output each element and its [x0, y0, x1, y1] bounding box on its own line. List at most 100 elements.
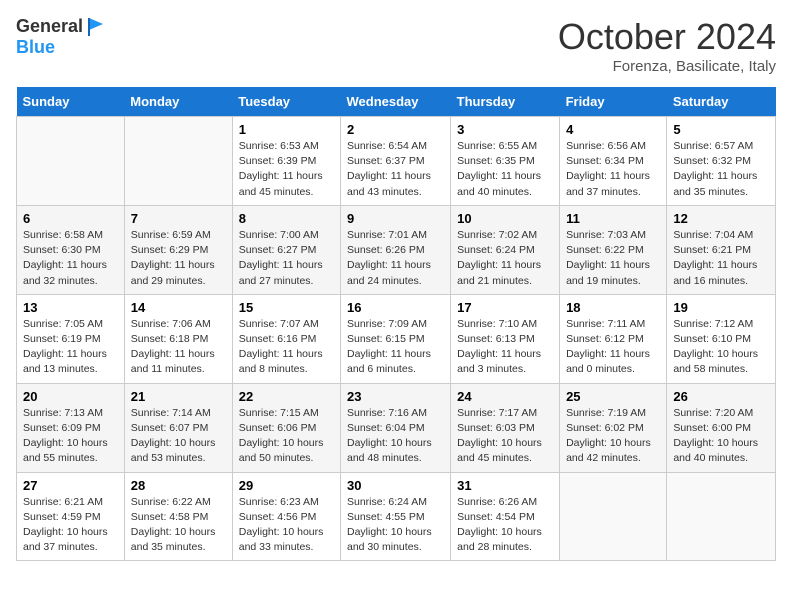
day-number: 20	[23, 389, 118, 404]
weekday-wednesday: Wednesday	[340, 87, 450, 117]
day-number: 27	[23, 478, 118, 493]
calendar-cell: 7 Sunrise: 6:59 AM Sunset: 6:29 PM Daylig…	[124, 205, 232, 294]
calendar-cell: 6 Sunrise: 6:58 AM Sunset: 6:30 PM Daylig…	[17, 205, 125, 294]
calendar-body: 1 Sunrise: 6:53 AM Sunset: 6:39 PM Daylig…	[17, 117, 776, 561]
weekday-monday: Monday	[124, 87, 232, 117]
day-number: 4	[566, 122, 660, 137]
day-number: 8	[239, 211, 334, 226]
weekday-sunday: Sunday	[17, 87, 125, 117]
logo: General Blue	[16, 16, 107, 58]
day-info: Sunrise: 6:56 AM Sunset: 6:34 PM Dayligh…	[566, 139, 660, 200]
day-info: Sunrise: 6:53 AM Sunset: 6:39 PM Dayligh…	[239, 139, 334, 200]
day-info: Sunrise: 7:05 AM Sunset: 6:19 PM Dayligh…	[23, 317, 118, 378]
day-number: 7	[131, 211, 226, 226]
calendar-cell: 23 Sunrise: 7:16 AM Sunset: 6:04 PM Dayli…	[340, 383, 450, 472]
day-number: 21	[131, 389, 226, 404]
day-number: 23	[347, 389, 444, 404]
day-info: Sunrise: 6:59 AM Sunset: 6:29 PM Dayligh…	[131, 228, 226, 289]
day-info: Sunrise: 7:15 AM Sunset: 6:06 PM Dayligh…	[239, 406, 334, 467]
calendar-cell: 15 Sunrise: 7:07 AM Sunset: 6:16 PM Dayli…	[232, 294, 340, 383]
day-info: Sunrise: 6:57 AM Sunset: 6:32 PM Dayligh…	[673, 139, 769, 200]
day-number: 6	[23, 211, 118, 226]
weekday-friday: Friday	[560, 87, 667, 117]
day-number: 9	[347, 211, 444, 226]
calendar-cell: 26Sunrise: 7:20 AM Sunset: 6:00 PM Dayli…	[667, 383, 776, 472]
day-info: Sunrise: 6:58 AM Sunset: 6:30 PM Dayligh…	[23, 228, 118, 289]
calendar-cell: 22Sunrise: 7:15 AM Sunset: 6:06 PM Dayli…	[232, 383, 340, 472]
day-number: 19	[673, 300, 769, 315]
day-info: Sunrise: 7:00 AM Sunset: 6:27 PM Dayligh…	[239, 228, 334, 289]
week-row-2: 6 Sunrise: 6:58 AM Sunset: 6:30 PM Daylig…	[17, 205, 776, 294]
month-title: October 2024	[558, 16, 776, 58]
calendar-cell: 21 Sunrise: 7:14 AM Sunset: 6:07 PM Dayli…	[124, 383, 232, 472]
day-info: Sunrise: 6:55 AM Sunset: 6:35 PM Dayligh…	[457, 139, 553, 200]
day-number: 30	[347, 478, 444, 493]
day-info: Sunrise: 7:13 AM Sunset: 6:09 PM Dayligh…	[23, 406, 118, 467]
calendar-cell: 18Sunrise: 7:11 AM Sunset: 6:12 PM Dayli…	[560, 294, 667, 383]
calendar-cell: 24Sunrise: 7:17 AM Sunset: 6:03 PM Dayli…	[451, 383, 560, 472]
week-row-4: 20 Sunrise: 7:13 AM Sunset: 6:09 PM Dayli…	[17, 383, 776, 472]
weekday-header-row: SundayMondayTuesdayWednesdayThursdayFrid…	[17, 87, 776, 117]
calendar-cell: 5Sunrise: 6:57 AM Sunset: 6:32 PM Daylig…	[667, 117, 776, 206]
day-number: 15	[239, 300, 334, 315]
day-info: Sunrise: 7:03 AM Sunset: 6:22 PM Dayligh…	[566, 228, 660, 289]
day-number: 2	[347, 122, 444, 137]
day-info: Sunrise: 7:16 AM Sunset: 6:04 PM Dayligh…	[347, 406, 444, 467]
page-header: General Blue October 2024 Forenza, Basil…	[16, 16, 776, 75]
day-info: Sunrise: 6:24 AM Sunset: 4:55 PM Dayligh…	[347, 495, 444, 556]
calendar-cell: 31 Sunrise: 6:26 AM Sunset: 4:54 PM Dayli…	[451, 472, 560, 561]
week-row-5: 27Sunrise: 6:21 AM Sunset: 4:59 PM Dayli…	[17, 472, 776, 561]
day-number: 28	[131, 478, 226, 493]
calendar-cell	[17, 117, 125, 206]
day-info: Sunrise: 7:12 AM Sunset: 6:10 PM Dayligh…	[673, 317, 769, 378]
day-info: Sunrise: 6:22 AM Sunset: 4:58 PM Dayligh…	[131, 495, 226, 556]
day-number: 26	[673, 389, 769, 404]
day-number: 14	[131, 300, 226, 315]
day-number: 31	[457, 478, 553, 493]
calendar-cell: 28 Sunrise: 6:22 AM Sunset: 4:58 PM Dayli…	[124, 472, 232, 561]
logo-general-text: General	[16, 16, 83, 36]
day-number: 12	[673, 211, 769, 226]
day-info: Sunrise: 7:02 AM Sunset: 6:24 PM Dayligh…	[457, 228, 553, 289]
calendar-cell: 16Sunrise: 7:09 AM Sunset: 6:15 PM Dayli…	[340, 294, 450, 383]
calendar-cell: 12Sunrise: 7:04 AM Sunset: 6:21 PM Dayli…	[667, 205, 776, 294]
day-number: 25	[566, 389, 660, 404]
calendar-cell	[667, 472, 776, 561]
calendar-cell: 30 Sunrise: 6:24 AM Sunset: 4:55 PM Dayli…	[340, 472, 450, 561]
calendar-cell: 19 Sunrise: 7:12 AM Sunset: 6:10 PM Dayli…	[667, 294, 776, 383]
day-number: 16	[347, 300, 444, 315]
day-info: Sunrise: 6:54 AM Sunset: 6:37 PM Dayligh…	[347, 139, 444, 200]
day-info: Sunrise: 7:19 AM Sunset: 6:02 PM Dayligh…	[566, 406, 660, 467]
calendar-cell: 25 Sunrise: 7:19 AM Sunset: 6:02 PM Dayli…	[560, 383, 667, 472]
calendar-cell: 8 Sunrise: 7:00 AM Sunset: 6:27 PM Daylig…	[232, 205, 340, 294]
day-number: 11	[566, 211, 660, 226]
calendar-cell: 10 Sunrise: 7:02 AM Sunset: 6:24 PM Dayli…	[451, 205, 560, 294]
location-text: Forenza, Basilicate, Italy	[558, 58, 776, 75]
day-number: 1	[239, 122, 334, 137]
calendar-cell: 4 Sunrise: 6:56 AM Sunset: 6:34 PM Daylig…	[560, 117, 667, 206]
day-number: 24	[457, 389, 553, 404]
day-info: Sunrise: 7:07 AM Sunset: 6:16 PM Dayligh…	[239, 317, 334, 378]
day-info: Sunrise: 7:01 AM Sunset: 6:26 PM Dayligh…	[347, 228, 444, 289]
day-number: 10	[457, 211, 553, 226]
calendar-cell	[124, 117, 232, 206]
day-number: 13	[23, 300, 118, 315]
calendar-cell: 29 Sunrise: 6:23 AM Sunset: 4:56 PM Dayli…	[232, 472, 340, 561]
day-info: Sunrise: 6:26 AM Sunset: 4:54 PM Dayligh…	[457, 495, 553, 556]
day-info: Sunrise: 6:23 AM Sunset: 4:56 PM Dayligh…	[239, 495, 334, 556]
calendar-cell: 13 Sunrise: 7:05 AM Sunset: 6:19 PM Dayli…	[17, 294, 125, 383]
weekday-saturday: Saturday	[667, 87, 776, 117]
day-info: Sunrise: 7:14 AM Sunset: 6:07 PM Dayligh…	[131, 406, 226, 467]
weekday-thursday: Thursday	[451, 87, 560, 117]
calendar-cell: 17Sunrise: 7:10 AM Sunset: 6:13 PM Dayli…	[451, 294, 560, 383]
calendar-cell: 20 Sunrise: 7:13 AM Sunset: 6:09 PM Dayli…	[17, 383, 125, 472]
calendar-cell	[560, 472, 667, 561]
title-block: October 2024 Forenza, Basilicate, Italy	[558, 16, 776, 75]
calendar-table: SundayMondayTuesdayWednesdayThursdayFrid…	[16, 87, 776, 561]
calendar-cell: 9 Sunrise: 7:01 AM Sunset: 6:26 PM Daylig…	[340, 205, 450, 294]
logo-blue-text: Blue	[16, 37, 55, 57]
calendar-cell: 11 Sunrise: 7:03 AM Sunset: 6:22 PM Dayli…	[560, 205, 667, 294]
day-number: 29	[239, 478, 334, 493]
calendar-cell: 1 Sunrise: 6:53 AM Sunset: 6:39 PM Daylig…	[232, 117, 340, 206]
calendar-cell: 14Sunrise: 7:06 AM Sunset: 6:18 PM Dayli…	[124, 294, 232, 383]
